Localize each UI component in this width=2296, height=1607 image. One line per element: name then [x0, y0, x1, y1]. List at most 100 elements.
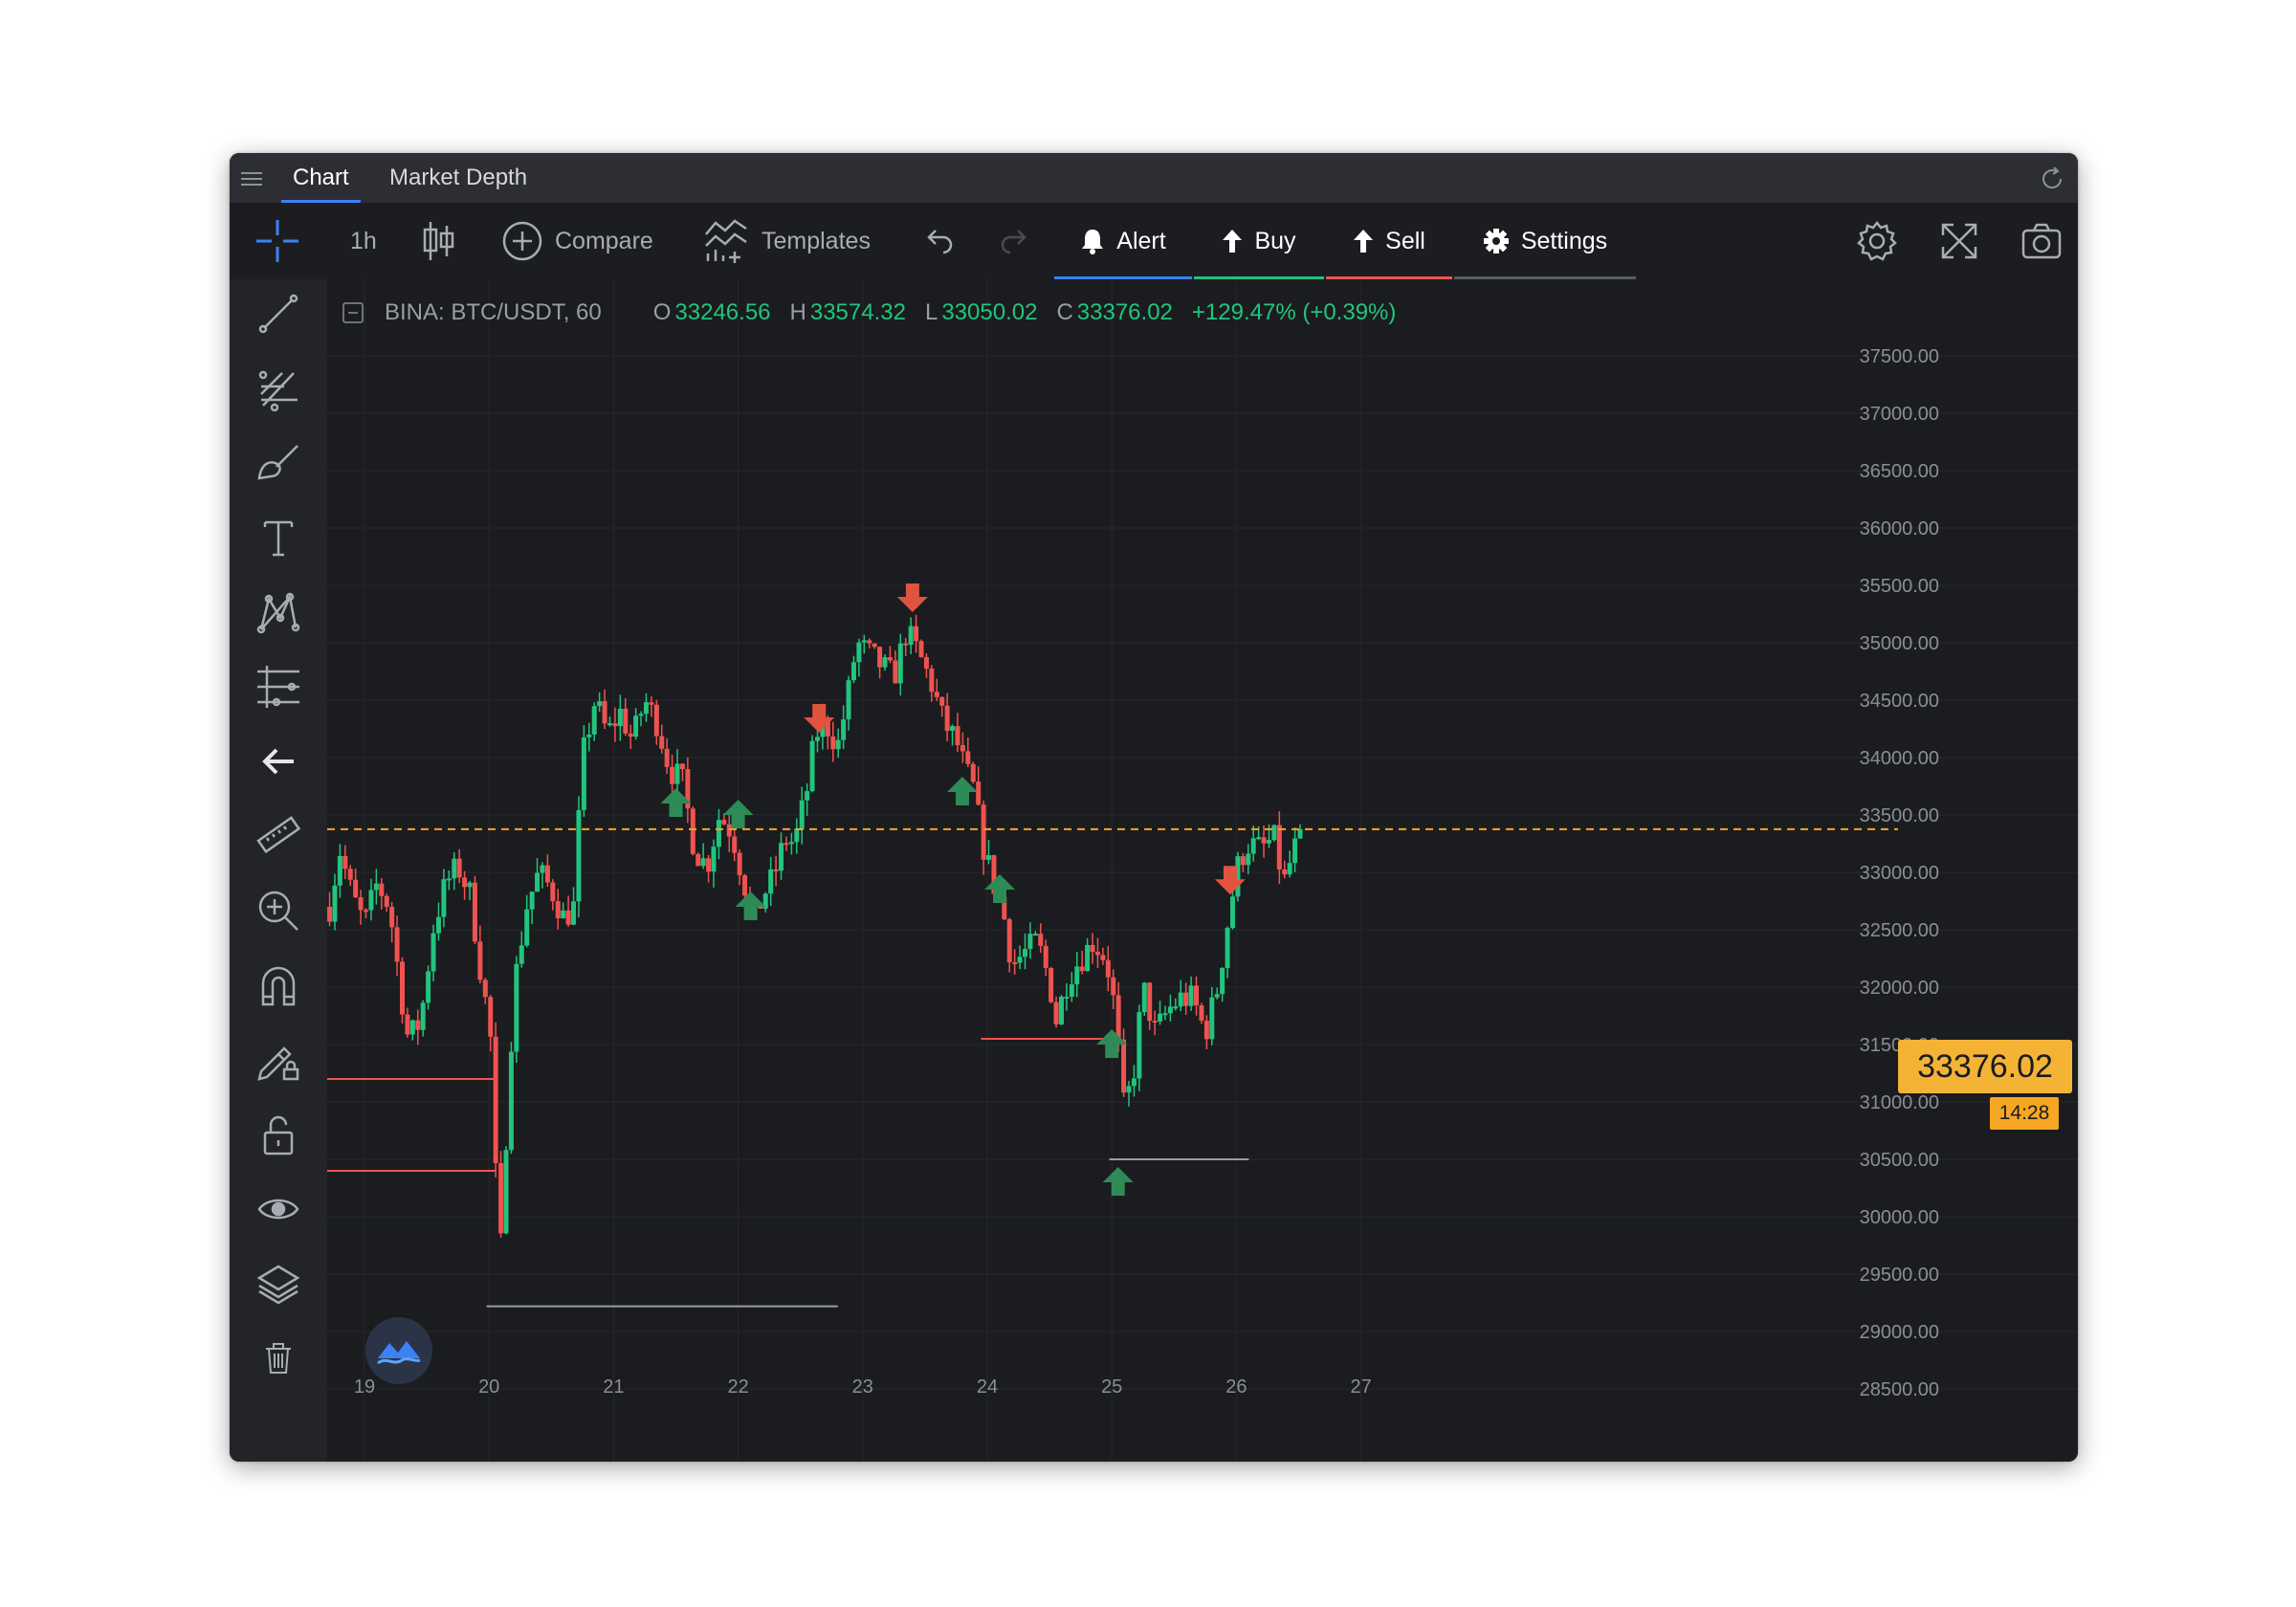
candle-body: [934, 692, 939, 697]
candle-body: [877, 647, 883, 668]
candle-body: [399, 961, 405, 1015]
undo-button[interactable]: [922, 203, 957, 279]
interval-selector[interactable]: 1h: [350, 203, 377, 279]
line-tool-icon: [258, 294, 298, 334]
fib-tool-button[interactable]: [254, 363, 303, 413]
alert-button[interactable]: Alert: [1054, 203, 1192, 279]
redo-icon: [1001, 230, 1027, 254]
candle-body: [794, 828, 800, 843]
price-axis-label: 34000.00: [1860, 748, 1939, 769]
candle-body: [602, 701, 607, 724]
redo-button[interactable]: [997, 203, 1031, 279]
candle-body: [519, 945, 524, 964]
candle-body: [1141, 982, 1147, 1013]
candle-body: [1188, 985, 1194, 1006]
time-axis-label: 27: [1350, 1376, 1371, 1398]
unlock-button[interactable]: [254, 1110, 303, 1159]
candle-body: [420, 1002, 426, 1030]
time-axis-label: 19: [354, 1376, 375, 1398]
candle-body: [514, 963, 519, 1052]
crosshair-button[interactable]: [253, 203, 302, 279]
candle-body: [529, 892, 535, 910]
candle-body: [441, 879, 447, 917]
sell-label: Sell: [1385, 227, 1425, 254]
candle-body: [950, 726, 956, 732]
candle-body: [426, 971, 431, 1003]
brush-tool-button[interactable]: [254, 438, 303, 488]
templates-button[interactable]: Templates: [704, 203, 871, 279]
text-tool-button[interactable]: [254, 513, 303, 562]
bell-icon: [1082, 230, 1104, 254]
trash-icon: [266, 1343, 291, 1374]
candle-body: [929, 668, 935, 693]
screenshot-button[interactable]: [2020, 203, 2063, 279]
candle-body: [955, 726, 960, 745]
legend-low-value: 33050.02: [941, 299, 1038, 325]
tab-market-depth[interactable]: Market Depth: [389, 153, 527, 203]
visibility-button[interactable]: [254, 1184, 303, 1234]
price-axis-label: 28500.00: [1860, 1379, 1939, 1400]
back-arrow-button[interactable]: [254, 737, 303, 786]
hamburger-menu-icon[interactable]: [241, 168, 262, 187]
price-axis-label: 33000.00: [1860, 863, 1939, 884]
refresh-icon[interactable]: [2038, 165, 2066, 193]
chart-pane[interactable]: 37500.00 37000.00 36500.00 36000.00 35500.00…: [327, 279, 2078, 1462]
candle-body: [452, 858, 457, 879]
chart-type-button[interactable]: [421, 203, 455, 279]
candle-body: [1137, 1012, 1142, 1079]
zoom-in-button[interactable]: [254, 886, 303, 936]
candle-body: [409, 1020, 415, 1035]
candle-body: [498, 1163, 504, 1234]
sell-button[interactable]: Sell: [1326, 203, 1452, 279]
buy-signal-arrow: [984, 874, 1016, 903]
candle-body: [986, 855, 992, 860]
settings-button[interactable]: Settings: [1454, 203, 1636, 279]
candle-body: [970, 763, 976, 782]
candle-body: [337, 855, 342, 886]
candle-body: [1292, 838, 1298, 864]
candle-body: [1058, 997, 1064, 1024]
buy-button[interactable]: Buy: [1194, 203, 1324, 279]
time-axis-label: 21: [603, 1376, 624, 1398]
candle-body: [737, 852, 742, 876]
candle-body: [467, 882, 473, 888]
tab-chart[interactable]: Chart: [281, 153, 361, 203]
candle-body: [1064, 996, 1070, 999]
candle-body: [1209, 997, 1215, 1040]
candle-body: [493, 1036, 498, 1164]
pattern-tool-button[interactable]: [254, 587, 303, 637]
symbol-legend: BINA: BTC/USDT, 60 O 33246.56 H 33574.32…: [342, 297, 1415, 329]
candle-body: [882, 656, 888, 668]
compare-plus-icon: [502, 221, 542, 261]
candle-body: [809, 740, 815, 792]
candle-body: [784, 843, 789, 846]
measure-levels-button[interactable]: [254, 662, 303, 712]
candle-body: [1152, 1021, 1158, 1024]
candle-body: [1069, 984, 1074, 997]
candle-body: [477, 941, 483, 980]
lock-drawing-button[interactable]: [254, 1035, 303, 1085]
compare-button[interactable]: Compare: [501, 203, 653, 279]
layers-button[interactable]: [254, 1259, 303, 1309]
price-axis-label: 32000.00: [1860, 978, 1939, 999]
zoom-in-icon: [258, 891, 298, 931]
sell-signal-arrow: [896, 583, 928, 612]
line-tool-button[interactable]: [254, 289, 303, 339]
magnet-button[interactable]: [254, 960, 303, 1010]
candle-body: [628, 733, 633, 737]
candle-body: [638, 714, 644, 716]
price-axis-label: 29000.00: [1860, 1322, 1939, 1343]
chart-settings-button[interactable]: [1856, 203, 1898, 279]
time-axis-label: 22: [727, 1376, 748, 1398]
candle-body: [342, 855, 348, 870]
legend-low-label: L: [924, 299, 938, 325]
fullscreen-button[interactable]: [1938, 203, 1980, 279]
collapse-legend-icon[interactable]: [342, 302, 364, 323]
candlestick-chart[interactable]: 37500.00 37000.00 36500.00 36000.00 35500.00…: [327, 279, 2078, 1462]
trash-button[interactable]: [254, 1333, 303, 1383]
candle-body: [1085, 944, 1091, 972]
price-axis-label: 31000.00: [1860, 1092, 1939, 1113]
candle-body: [923, 656, 929, 669]
ruler-button[interactable]: [254, 811, 303, 861]
price-axis-label: 36000.00: [1860, 518, 1939, 539]
